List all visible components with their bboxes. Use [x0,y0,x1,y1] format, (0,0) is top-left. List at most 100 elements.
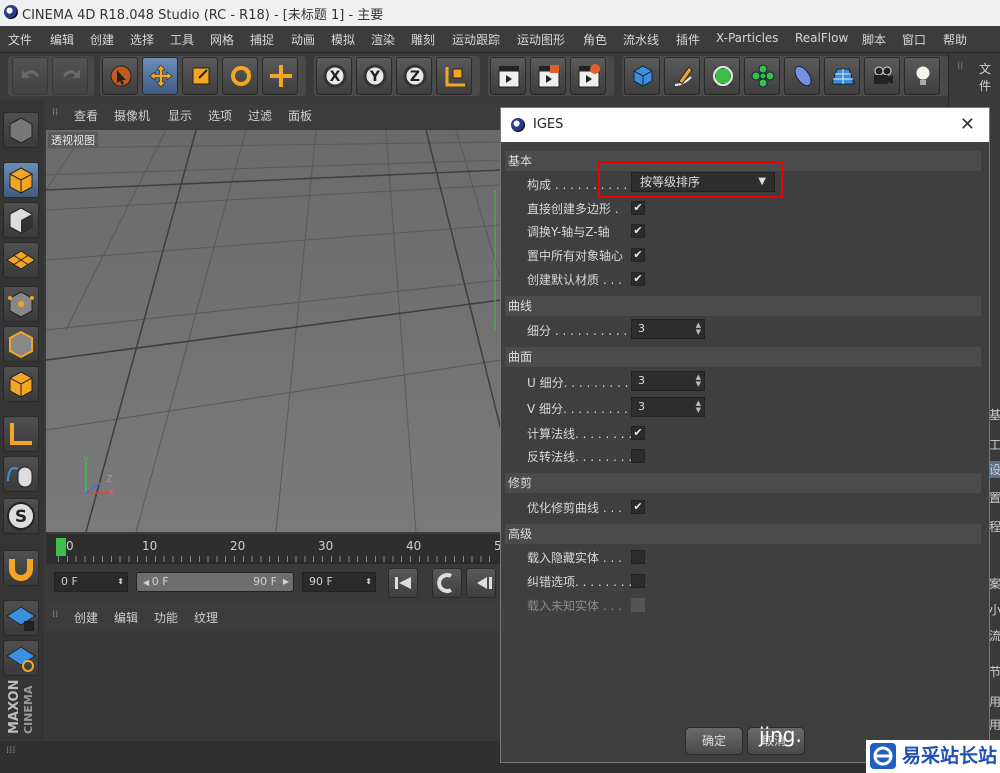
menu-animate[interactable]: 动画 [291,31,315,48]
menu-snap[interactable]: 捕捉 [250,31,274,48]
material-menu-edit[interactable]: 编辑 [114,609,138,626]
axis-mode-button[interactable] [3,416,39,452]
attribute-tab-label[interactable]: 基 [989,406,1000,423]
viewport-menu-panel[interactable]: 面板 [288,107,312,124]
menu-sculpt[interactable]: 雕刻 [411,31,435,48]
optimize-trim-checkbox[interactable]: ✔ [631,500,645,514]
attribute-tab-label[interactable]: 流 [989,627,1000,644]
menu-file[interactable]: 文件 [8,31,32,48]
error-options-checkbox[interactable] [631,574,645,588]
default-material-checkbox[interactable]: ✔ [631,272,645,286]
load-hidden-checkbox[interactable] [631,550,645,564]
menu-mograph[interactable]: 运动图形 [517,31,565,48]
attribute-tab-label[interactable]: 程 [989,518,1000,535]
redo-button[interactable] [52,57,88,95]
solo-button[interactable]: S [3,498,39,534]
u-subdivision-field[interactable]: 3 ▲ ▼ [631,371,705,391]
move-tool-button[interactable] [142,57,178,95]
subdivision-surface-button[interactable] [704,57,740,95]
dialog-title-bar[interactable]: IGES ✕ [501,108,989,142]
attribute-tab-label[interactable]: 小 [989,601,1000,618]
end-frame-field[interactable]: 90 F ⬍ [302,572,376,592]
spin-arrows-icon[interactable]: ▲ ▼ [696,400,701,414]
material-manager-area[interactable] [46,631,501,741]
render-settings-button[interactable] [570,57,606,95]
material-menu-texture[interactable]: 纹理 [194,609,218,626]
attribute-tab-label[interactable]: 用 [989,693,1000,710]
polygons-mode-button[interactable] [3,366,39,402]
menu-edit[interactable]: 编辑 [50,31,74,48]
menu-render[interactable]: 渲染 [371,31,395,48]
light-button[interactable] [904,57,940,95]
menu-mesh[interactable]: 网格 [210,31,234,48]
section-curve-header[interactable]: 曲线 [505,296,981,316]
drag-handle-icon[interactable]: ⁞⁞ [52,609,58,620]
viewport-menu-options[interactable]: 选项 [208,107,232,124]
spin-arrows-icon[interactable]: ▲ ▼ [696,322,701,336]
menu-x-particles[interactable]: X-Particles [716,31,779,45]
spin-arrows-icon[interactable]: ▲ ▼ [696,374,701,388]
object-manager-file-menu[interactable]: 文件 [979,60,1000,94]
make-editable-button[interactable] [3,112,39,148]
current-frame-field[interactable]: 0 F ⬍ [54,572,128,592]
viewport-menu-view[interactable]: 查看 [74,107,98,124]
menu-help[interactable]: 帮助 [943,31,967,48]
menu-tools[interactable]: 工具 [170,31,194,48]
pen-spline-button[interactable] [664,57,700,95]
deformer-button[interactable] [784,57,820,95]
x-axis-button[interactable]: X [316,57,352,95]
frame-range-slider[interactable]: ◀ 0 F 90 F ▶ [136,572,294,592]
coordinate-system-button[interactable] [436,57,472,95]
rotate-tool-button[interactable] [222,57,258,95]
menu-window[interactable]: 窗口 [902,31,926,48]
attribute-tab-label[interactable]: 工 [989,436,1000,453]
perspective-viewport[interactable]: 透视视图 Y Z X [46,130,501,532]
viewport-menu-camera[interactable]: 摄像机 [114,107,150,124]
go-to-previous-key-button[interactable] [432,568,462,598]
snap-button[interactable] [3,550,39,586]
create-polygons-checkbox[interactable]: ✔ [631,201,645,215]
menu-plugins[interactable]: 插件 [676,31,700,48]
menu-simulate[interactable]: 模拟 [331,31,355,48]
menu-character[interactable]: 角色 [583,31,607,48]
render-to-picture-viewer-button[interactable] [530,57,566,95]
attribute-tab-label[interactable]: 置 [989,489,1000,506]
close-icon[interactable]: ✕ [960,114,975,135]
render-view-button[interactable] [490,57,526,95]
texture-mode-button[interactable] [3,202,39,238]
menu-select[interactable]: 选择 [130,31,154,48]
viewport-menu-display[interactable]: 显示 [168,107,192,124]
v-subdivision-field[interactable]: 3 ▲ ▼ [631,397,705,417]
workplane-grid-button[interactable] [3,640,39,676]
cloner-button[interactable] [744,57,780,95]
section-advanced-header[interactable]: 高级 [505,524,981,544]
menu-motion-tracking[interactable]: 运动跟踪 [452,31,500,48]
timeline-playhead[interactable] [56,538,66,556]
menu-pipeline[interactable]: 流水线 [623,31,659,48]
attribute-tab-label[interactable]: 节 [989,663,1000,680]
go-to-start-button[interactable] [388,568,418,598]
curve-subdivision-field[interactable]: 3 ▲ ▼ [631,319,705,339]
center-axes-checkbox[interactable]: ✔ [631,248,645,262]
material-menu-create[interactable]: 创建 [74,609,98,626]
live-selection-button[interactable] [102,57,138,95]
menu-realflow[interactable]: RealFlow [795,31,848,45]
drag-handle-icon[interactable]: ⁞⁞ [957,61,963,72]
attribute-tab-label[interactable]: 用 [989,716,1000,733]
scale-tool-button[interactable] [182,57,218,95]
reverse-normals-checkbox[interactable] [631,449,645,463]
viewport-menu-filter[interactable]: 过滤 [248,107,272,124]
z-axis-button[interactable]: Z [396,57,432,95]
timeline-ruler[interactable]: 0 10 20 30 40 5 [46,534,502,564]
menu-script[interactable]: 脚本 [862,31,886,48]
cube-object-button[interactable] [624,57,660,95]
attribute-tab-label[interactable]: 设 [989,461,1000,478]
section-trim-header[interactable]: 修剪 [505,473,981,493]
swap-yz-checkbox[interactable]: ✔ [631,224,645,238]
tweak-mode-button[interactable] [3,456,39,492]
calculate-normals-checkbox[interactable]: ✔ [631,426,645,440]
material-menu-function[interactable]: 功能 [154,609,178,626]
workplane-mode-button[interactable] [3,242,39,278]
model-mode-button[interactable] [3,162,39,198]
ok-button[interactable]: 确定 [685,727,743,755]
